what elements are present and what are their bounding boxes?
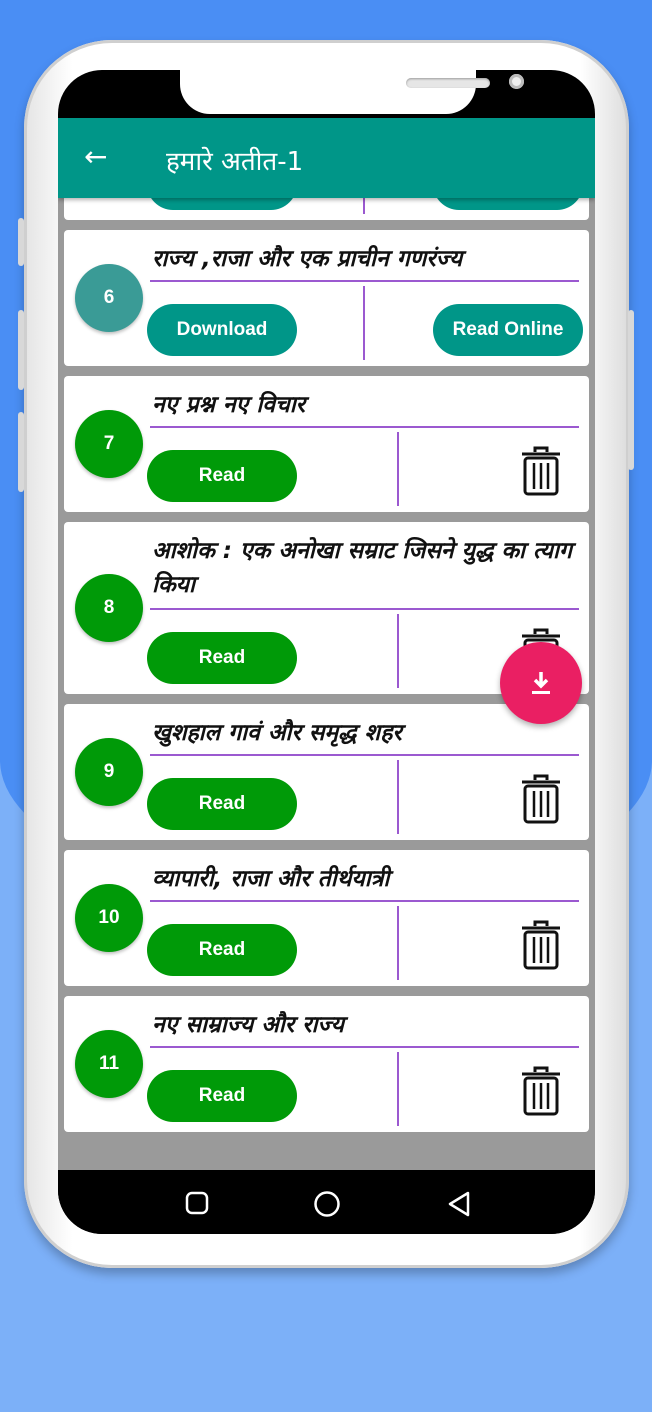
trash-icon[interactable] — [519, 1066, 563, 1116]
page-title: हमारे अतीत-1 — [166, 147, 304, 177]
navigation-bar — [58, 1170, 595, 1234]
chapter-card: 9 खुशहाल गावं और समृद्ध शहर Read — [64, 704, 589, 840]
camera — [509, 74, 524, 89]
phone-button — [18, 218, 24, 266]
download-icon — [532, 672, 550, 694]
divider — [397, 1052, 399, 1126]
read-button[interactable]: Read — [147, 1070, 297, 1122]
read-button[interactable]: Read — [147, 924, 297, 976]
chapter-title[interactable]: नए प्रश्न नए विचार — [152, 388, 582, 422]
speaker — [406, 78, 490, 88]
download-button[interactable]: Download — [147, 304, 297, 356]
chapter-card: 7 नए प्रश्न नए विचार Read — [64, 376, 589, 512]
chapter-list[interactable]: 5क्या बताती हैं हमें किताबें और कब्रेंDo… — [58, 118, 595, 1170]
phone-button — [628, 310, 634, 470]
chapter-number-badge: 6 — [75, 264, 143, 332]
download-fab[interactable] — [500, 642, 582, 724]
chapter-card: 6 राज्य ,राजा और एक प्राचीन गणरंज्य Downlo… — [64, 230, 589, 366]
read-button[interactable]: Read — [147, 632, 297, 684]
recent-apps-icon[interactable] — [184, 1190, 210, 1220]
divider — [150, 754, 579, 756]
app-bar: ← हमारे अतीत-1 — [58, 118, 595, 198]
divider — [150, 280, 579, 282]
chapter-number-badge: 11 — [75, 1030, 143, 1098]
chapter-title[interactable]: नए साम्राज्य और राज्य — [152, 1008, 582, 1042]
divider — [150, 1046, 579, 1048]
trash-icon[interactable] — [519, 446, 563, 496]
read-button[interactable]: Read — [147, 778, 297, 830]
arrow-left-icon[interactable]: ← — [84, 140, 107, 173]
phone-button — [18, 412, 24, 492]
home-icon[interactable] — [313, 1190, 341, 1222]
divider — [397, 432, 399, 506]
read-button[interactable]: Read — [147, 450, 297, 502]
divider — [397, 760, 399, 834]
chapter-card: 11 नए साम्राज्य और राज्य Read — [64, 996, 589, 1132]
trash-icon[interactable] — [519, 920, 563, 970]
notch — [180, 70, 524, 114]
chapter-title[interactable]: राज्य ,राजा और एक प्राचीन गणरंज्य — [152, 242, 582, 276]
divider — [150, 900, 579, 902]
divider — [397, 906, 399, 980]
divider — [363, 286, 365, 360]
divider — [397, 614, 399, 688]
phone-screen: ← हमारे अतीत-1 5क्या बताती हैं हमें किता… — [58, 70, 595, 1234]
chapter-title[interactable]: व्यापारी, राजा और तीर्थयात्री — [152, 862, 582, 896]
chapter-number-badge: 10 — [75, 884, 143, 952]
chapter-title[interactable]: आशोक : एक अनोखा सम्राट जिसने युद्ध का त्… — [152, 534, 582, 602]
back-triangle-icon[interactable] — [446, 1190, 472, 1222]
chapter-card: 10 व्यापारी, राजा और तीर्थयात्री Read — [64, 850, 589, 986]
divider — [150, 426, 579, 428]
phone-button — [18, 310, 24, 390]
chapter-number-badge: 9 — [75, 738, 143, 806]
trash-icon[interactable] — [519, 774, 563, 824]
read-online-button[interactable]: Read Online — [433, 304, 583, 356]
chapter-number-badge: 8 — [75, 574, 143, 642]
chapter-title[interactable]: खुशहाल गावं और समृद्ध शहर — [152, 716, 582, 750]
chapter-number-badge: 7 — [75, 410, 143, 478]
divider — [150, 608, 579, 610]
